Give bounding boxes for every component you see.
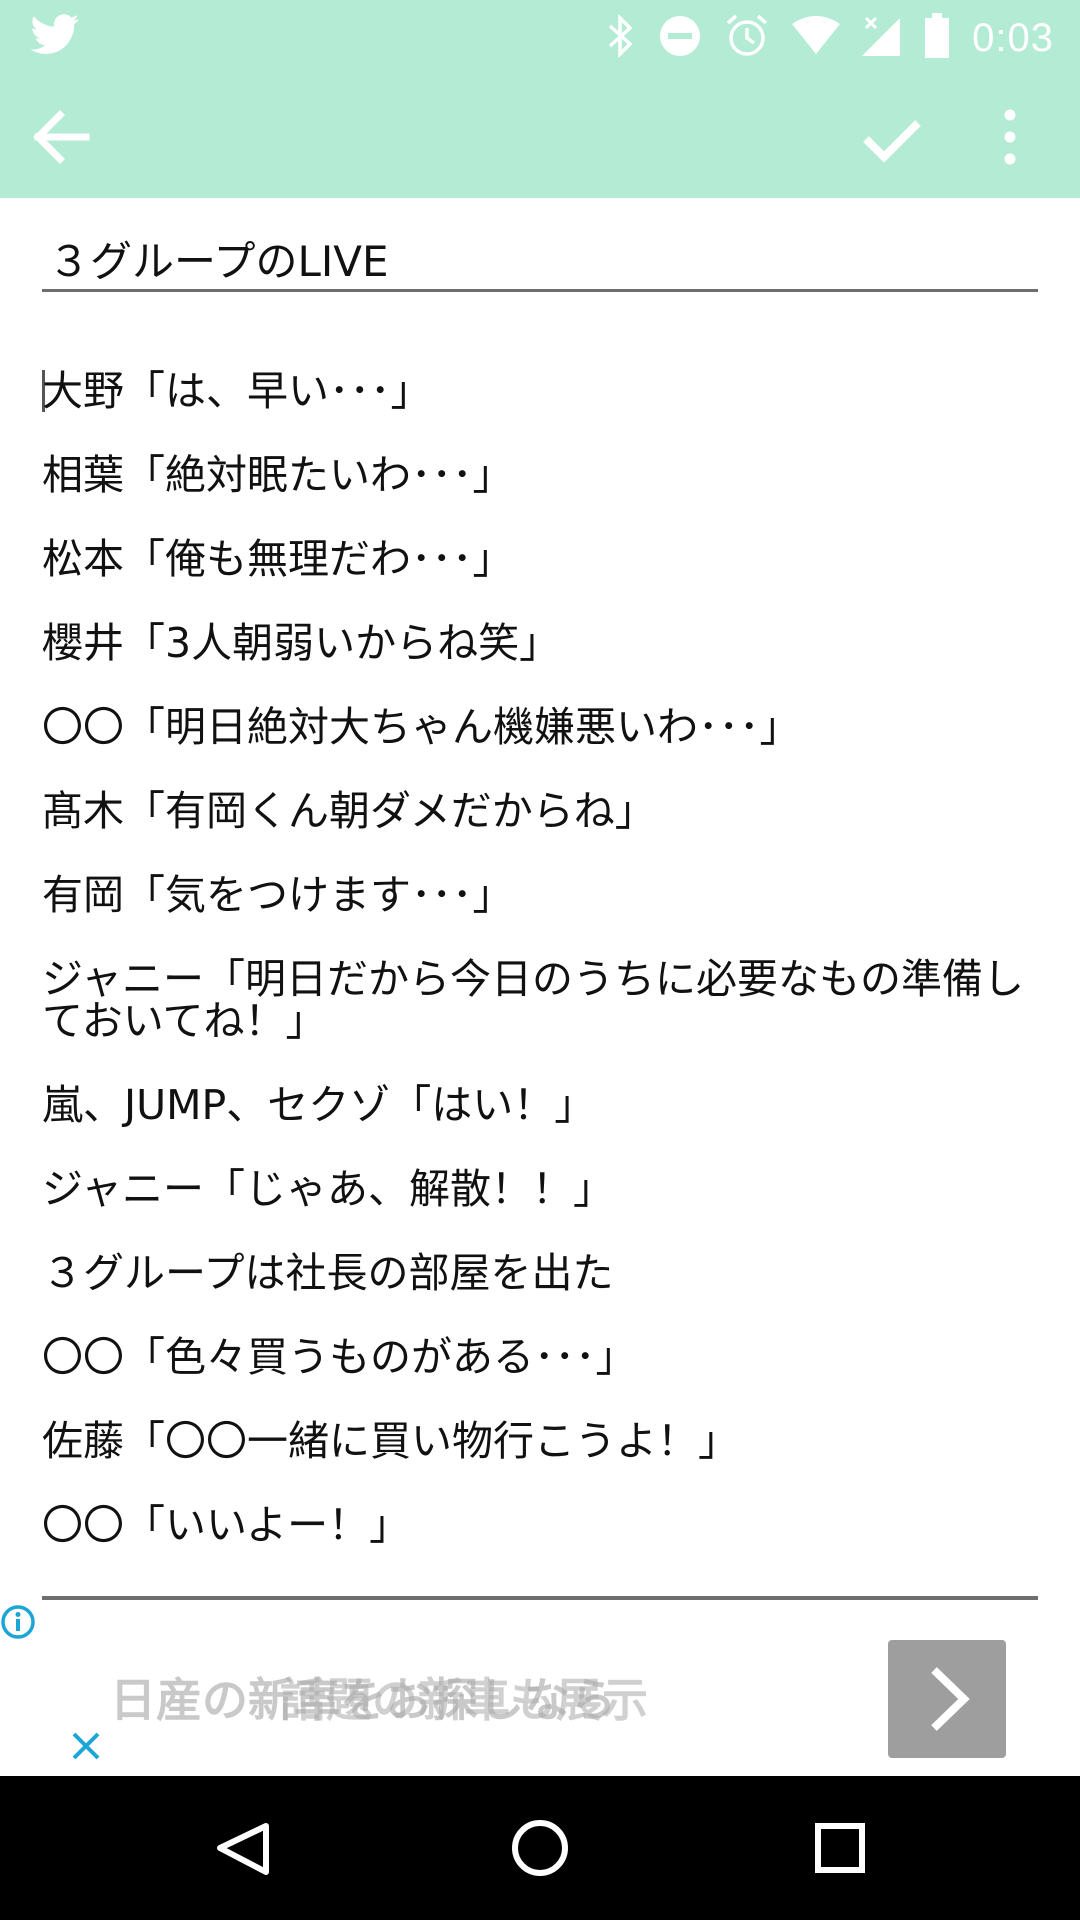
text-line: 大野「は、早い･･･」 xyxy=(42,367,432,415)
check-icon[interactable] xyxy=(860,105,924,169)
text-line: 〇〇「色々買うものがある･･･」 xyxy=(42,1333,637,1381)
text-line: 佐藤「〇〇一緒に買い物行こうよ！」 xyxy=(42,1417,739,1465)
title-text: ３グループのLIVE xyxy=(48,237,389,286)
back-triangle-icon[interactable] xyxy=(172,1776,316,1920)
text-line: 〇〇「いいよー！」 xyxy=(42,1501,411,1549)
chevron-right-icon xyxy=(931,1667,970,1731)
ad-arrow-button[interactable] xyxy=(888,1640,1006,1758)
navigation-bar xyxy=(0,1776,1080,1920)
body-textarea[interactable]: 大野「は、早い･･･」 相葉「絶対眠たいわ･･･」 松本「俺も無理だわ･･･」 … xyxy=(42,350,1038,1600)
text-line: 有岡「気をつけます･･･」 xyxy=(42,871,514,919)
text-line: ジャニー「明日だから今日のうちに必要なもの準備しておいてね！」 xyxy=(42,955,1024,1045)
text-line: 嵐、JUMP、セクゾ「はい！」 xyxy=(42,1081,596,1129)
wifi-icon xyxy=(792,16,841,60)
app-toolbar xyxy=(0,75,1080,198)
signal-icon xyxy=(862,14,902,62)
text-line: ジャニー「じゃあ、解散！！」 xyxy=(42,1165,614,1213)
close-icon[interactable] xyxy=(70,1730,102,1766)
text-line: 櫻井「3人朝弱いからね笑」 xyxy=(42,619,561,667)
alarm-icon xyxy=(724,13,770,63)
dnd-icon xyxy=(658,14,702,62)
status-time: 0:03 xyxy=(972,15,1054,60)
arrow-left-icon[interactable] xyxy=(30,105,94,169)
text-line: 松本「俺も無理だわ･･･」 xyxy=(42,535,514,583)
ad-text[interactable]: 話題の新車も展示 日産の新車をお探しなら xyxy=(110,1664,648,1730)
battery-icon xyxy=(924,13,950,63)
twitter-icon xyxy=(30,14,80,60)
ad-ghost-text: 話題の新車も展示 xyxy=(280,1673,648,1727)
home-circle-icon[interactable] xyxy=(468,1776,612,1920)
text-line: 相葉「絶対眠たいわ･･･」 xyxy=(42,451,514,499)
title-input[interactable]: ３グループのLIVE xyxy=(42,222,1038,292)
text-line: 髙木「有岡くん朝ダメだからね」 xyxy=(42,787,656,835)
more-vert-icon[interactable] xyxy=(990,105,1030,169)
text-line: ３グループは社長の部屋を出た xyxy=(42,1249,614,1297)
text-line: 〇〇「明日絶対大ちゃん機嫌悪いわ･･･」 xyxy=(42,703,801,751)
recents-square-icon[interactable] xyxy=(768,1776,912,1920)
status-bar: 0:03 xyxy=(0,0,1080,75)
bluetooth-icon xyxy=(606,13,636,62)
